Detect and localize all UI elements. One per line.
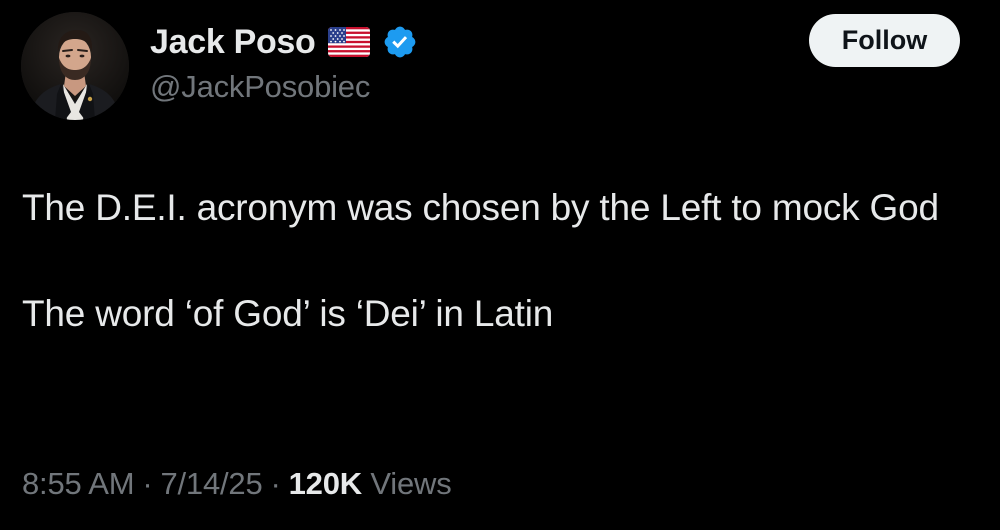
meta-separator: · bbox=[142, 466, 153, 501]
display-name[interactable]: Jack Poso bbox=[150, 23, 316, 62]
tweet-text: The D.E.I. acronym was chosen by the Lef… bbox=[22, 181, 982, 340]
views-count[interactable]: 120K bbox=[289, 466, 363, 501]
author-name-row[interactable]: Jack Poso bbox=[150, 20, 418, 64]
views-label: Views bbox=[370, 466, 452, 501]
tweet-date[interactable]: 7/14/25 bbox=[160, 466, 262, 501]
avatar[interactable] bbox=[21, 12, 129, 120]
author-handle[interactable]: @JackPosobiec bbox=[150, 69, 370, 105]
avatar-image bbox=[21, 12, 129, 120]
tweet-meta: 8:55 AM · 7/14/25 · 120K Views bbox=[22, 466, 452, 502]
us-flag-icon bbox=[327, 27, 370, 57]
tweet-paragraph: The word ‘of God’ is ‘Dei’ in Latin bbox=[22, 293, 554, 334]
follow-button[interactable]: Follow bbox=[809, 14, 960, 67]
tweet-time[interactable]: 8:55 AM bbox=[22, 466, 135, 501]
meta-separator: · bbox=[270, 466, 281, 501]
tweet-paragraph: The D.E.I. acronym was chosen by the Lef… bbox=[22, 187, 939, 228]
verified-badge-icon[interactable] bbox=[382, 24, 418, 60]
